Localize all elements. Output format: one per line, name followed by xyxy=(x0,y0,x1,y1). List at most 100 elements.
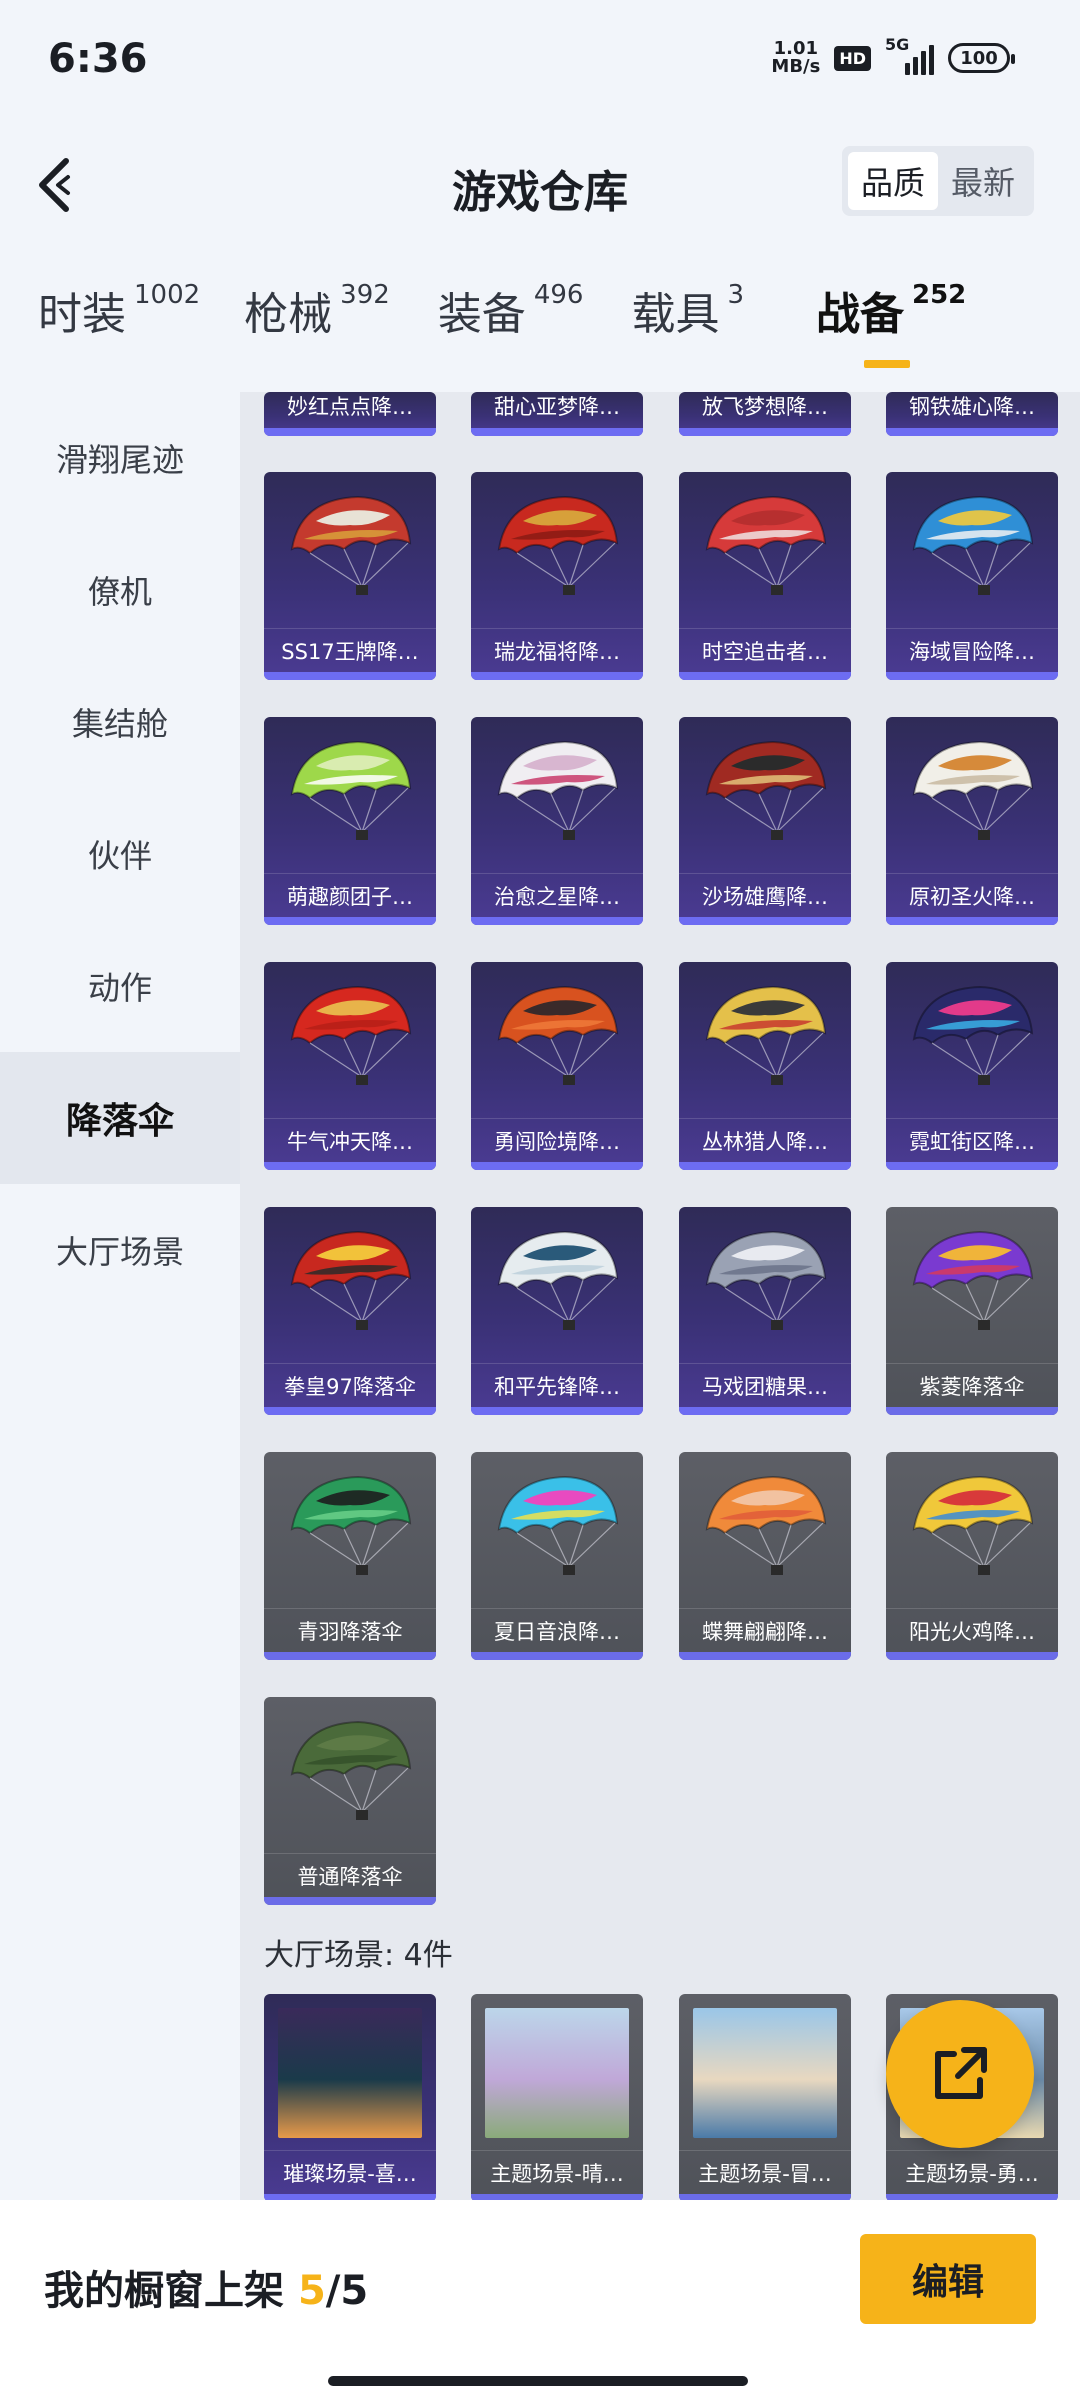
scene-thumbnail xyxy=(264,1994,436,2144)
sidebar-item-glide-trail[interactable]: 滑翔尾迹 xyxy=(0,392,240,524)
edit-button[interactable]: 编辑 xyxy=(860,2234,1036,2324)
parachute-card[interactable]: 萌趣颜团子… xyxy=(264,717,436,925)
parachute-card[interactable]: 和平先锋降… xyxy=(471,1207,643,1415)
tab-guns[interactable]: 枪械 392 xyxy=(244,278,390,368)
sort-by-latest-button[interactable]: 最新 xyxy=(938,152,1028,210)
status-icons: 1.01 MB/s HD 5G 100 xyxy=(771,35,1015,76)
parachute-card[interactable]: 治愈之星降… xyxy=(471,717,643,925)
parachute-icon xyxy=(290,1475,412,1575)
parachute-card[interactable]: 拳皇97降落伞 xyxy=(264,1207,436,1415)
item-grid-area[interactable]: 妙红点点降… 甜心亚梦降… 放飞梦想降… 钢铁雄心降… SS17王牌降… 瑞龙福将降… 时空… xyxy=(240,392,1080,2200)
parachute-thumbnail xyxy=(471,717,643,867)
item-label: 璀璨场景-喜… xyxy=(264,2150,436,2194)
item-label: 甜心亚梦降… xyxy=(494,395,620,419)
parachute-card[interactable]: 青羽降落伞 xyxy=(264,1452,436,1660)
parachute-card[interactable]: SS17王牌降… xyxy=(264,472,436,680)
parachute-card[interactable]: 紫菱降落伞 xyxy=(886,1207,1058,1415)
parachute-icon xyxy=(705,1230,827,1330)
item-card-partial[interactable]: 甜心亚梦降… xyxy=(471,392,643,436)
item-label: 萌趣颜团子… xyxy=(264,873,436,917)
parachute-thumbnail xyxy=(886,472,1058,622)
item-label: 主题场景-勇… xyxy=(886,2150,1058,2194)
parachute-card[interactable]: 海域冒险降… xyxy=(886,472,1058,680)
item-label: 紫菱降落伞 xyxy=(886,1363,1058,1407)
parachute-thumbnail xyxy=(471,962,643,1112)
item-label: 牛气冲天降… xyxy=(264,1118,436,1162)
parachute-thumbnail xyxy=(679,962,851,1112)
sidebar-item-parachute[interactable]: 降落伞 xyxy=(0,1052,240,1184)
parachute-card[interactable]: 时空追击者… xyxy=(679,472,851,680)
scene-image xyxy=(278,2008,422,2138)
scene-image xyxy=(693,2008,837,2138)
quality-stripe xyxy=(264,1407,436,1415)
parachute-card[interactable]: 夏日音浪降… xyxy=(471,1452,643,1660)
showcase-current-count: 5 xyxy=(297,2268,326,2314)
lobby-scene-card[interactable]: 主题场景-冒… xyxy=(679,1994,851,2200)
parachute-card[interactable]: 阳光火鸡降… xyxy=(886,1452,1058,1660)
scene-image xyxy=(485,2008,629,2138)
scene-thumbnail xyxy=(679,1994,851,2144)
sidebar-item-wingman[interactable]: 僚机 xyxy=(0,524,240,656)
parachute-icon xyxy=(705,985,827,1085)
signal-icon: 5G xyxy=(885,35,934,75)
parachute-card[interactable]: 普通降落伞 xyxy=(264,1697,436,1905)
showcase-status: 我的橱窗上架 5/5 xyxy=(44,2268,369,2314)
parachute-icon xyxy=(497,1475,619,1575)
quality-stripe xyxy=(886,917,1058,925)
sidebar-item-companion[interactable]: 伙伴 xyxy=(0,788,240,920)
tab-fashion[interactable]: 时装 1002 xyxy=(38,278,200,368)
header: 游戏仓库 品质 最新 xyxy=(0,130,1080,240)
parachute-card[interactable]: 蝶舞翩翩降… xyxy=(679,1452,851,1660)
lobby-scene-card[interactable]: 主题场景-晴… xyxy=(471,1994,643,2200)
quality-stripe xyxy=(886,1407,1058,1415)
parachute-card[interactable]: 马戏团糖果… xyxy=(679,1207,851,1415)
parachute-card[interactable]: 瑞龙福将降… xyxy=(471,472,643,680)
parachute-card[interactable]: 牛气冲天降… xyxy=(264,962,436,1170)
item-label: SS17王牌降… xyxy=(264,628,436,672)
parachute-icon xyxy=(912,1230,1034,1330)
sidebar-item-emote[interactable]: 动作 xyxy=(0,920,240,1052)
quality-stripe xyxy=(886,428,1058,436)
parachute-thumbnail xyxy=(264,1207,436,1357)
status-bar: 6:36 1.01 MB/s HD 5G 100 xyxy=(0,0,1080,130)
tab-vehicles[interactable]: 载具 3 xyxy=(631,278,744,368)
parachute-card[interactable]: 原初圣火降… xyxy=(886,717,1058,925)
sidebar-item-lobby-scene[interactable]: 大厅场景 xyxy=(0,1184,240,1316)
parachute-icon xyxy=(290,1230,412,1330)
item-label: 青羽降落伞 xyxy=(264,1608,436,1652)
battery-level: 100 xyxy=(960,47,998,69)
parachute-card[interactable]: 沙场雄鹰降… xyxy=(679,717,851,925)
quality-stripe xyxy=(264,917,436,925)
parachute-icon xyxy=(912,985,1034,1085)
item-card-partial[interactable]: 妙红点点降… xyxy=(264,392,436,436)
share-button[interactable] xyxy=(886,2000,1034,2148)
quality-stripe xyxy=(471,1162,643,1170)
lobby-scene-card[interactable]: 璀璨场景-喜… xyxy=(264,1994,436,2200)
quality-stripe xyxy=(471,917,643,925)
tab-equipment[interactable]: 装备 496 xyxy=(438,278,584,368)
quality-stripe xyxy=(679,917,851,925)
quality-stripe xyxy=(264,672,436,680)
quality-stripe xyxy=(679,1652,851,1660)
item-card-partial[interactable]: 放飞梦想降… xyxy=(679,392,851,436)
parachute-card[interactable]: 霓虹街区降… xyxy=(886,962,1058,1170)
quality-stripe xyxy=(679,1162,851,1170)
item-card-partial[interactable]: 钢铁雄心降… xyxy=(886,392,1058,436)
quality-stripe xyxy=(886,672,1058,680)
item-label: 治愈之星降… xyxy=(471,873,643,917)
sort-by-quality-button[interactable]: 品质 xyxy=(848,152,938,210)
quality-stripe xyxy=(886,1652,1058,1660)
battery-icon: 100 xyxy=(948,43,1015,73)
parachute-icon xyxy=(497,495,619,595)
parachute-thumbnail xyxy=(679,472,851,622)
tab-battle-gear[interactable]: 战备 252 xyxy=(816,278,966,368)
category-tabs: 时装 1002 枪械 392 装备 496 载具 3 战备 252 xyxy=(0,278,1080,378)
sidebar-item-assembly-pod[interactable]: 集结舱 xyxy=(0,656,240,788)
item-label: 主题场景-晴… xyxy=(471,2150,643,2194)
quality-stripe xyxy=(679,672,851,680)
parachute-card[interactable]: 勇闯险境降… xyxy=(471,962,643,1170)
parachute-card[interactable]: 丛林猎人降… xyxy=(679,962,851,1170)
active-tab-indicator xyxy=(864,360,910,368)
quality-stripe xyxy=(471,428,643,436)
quality-stripe xyxy=(264,1652,436,1660)
